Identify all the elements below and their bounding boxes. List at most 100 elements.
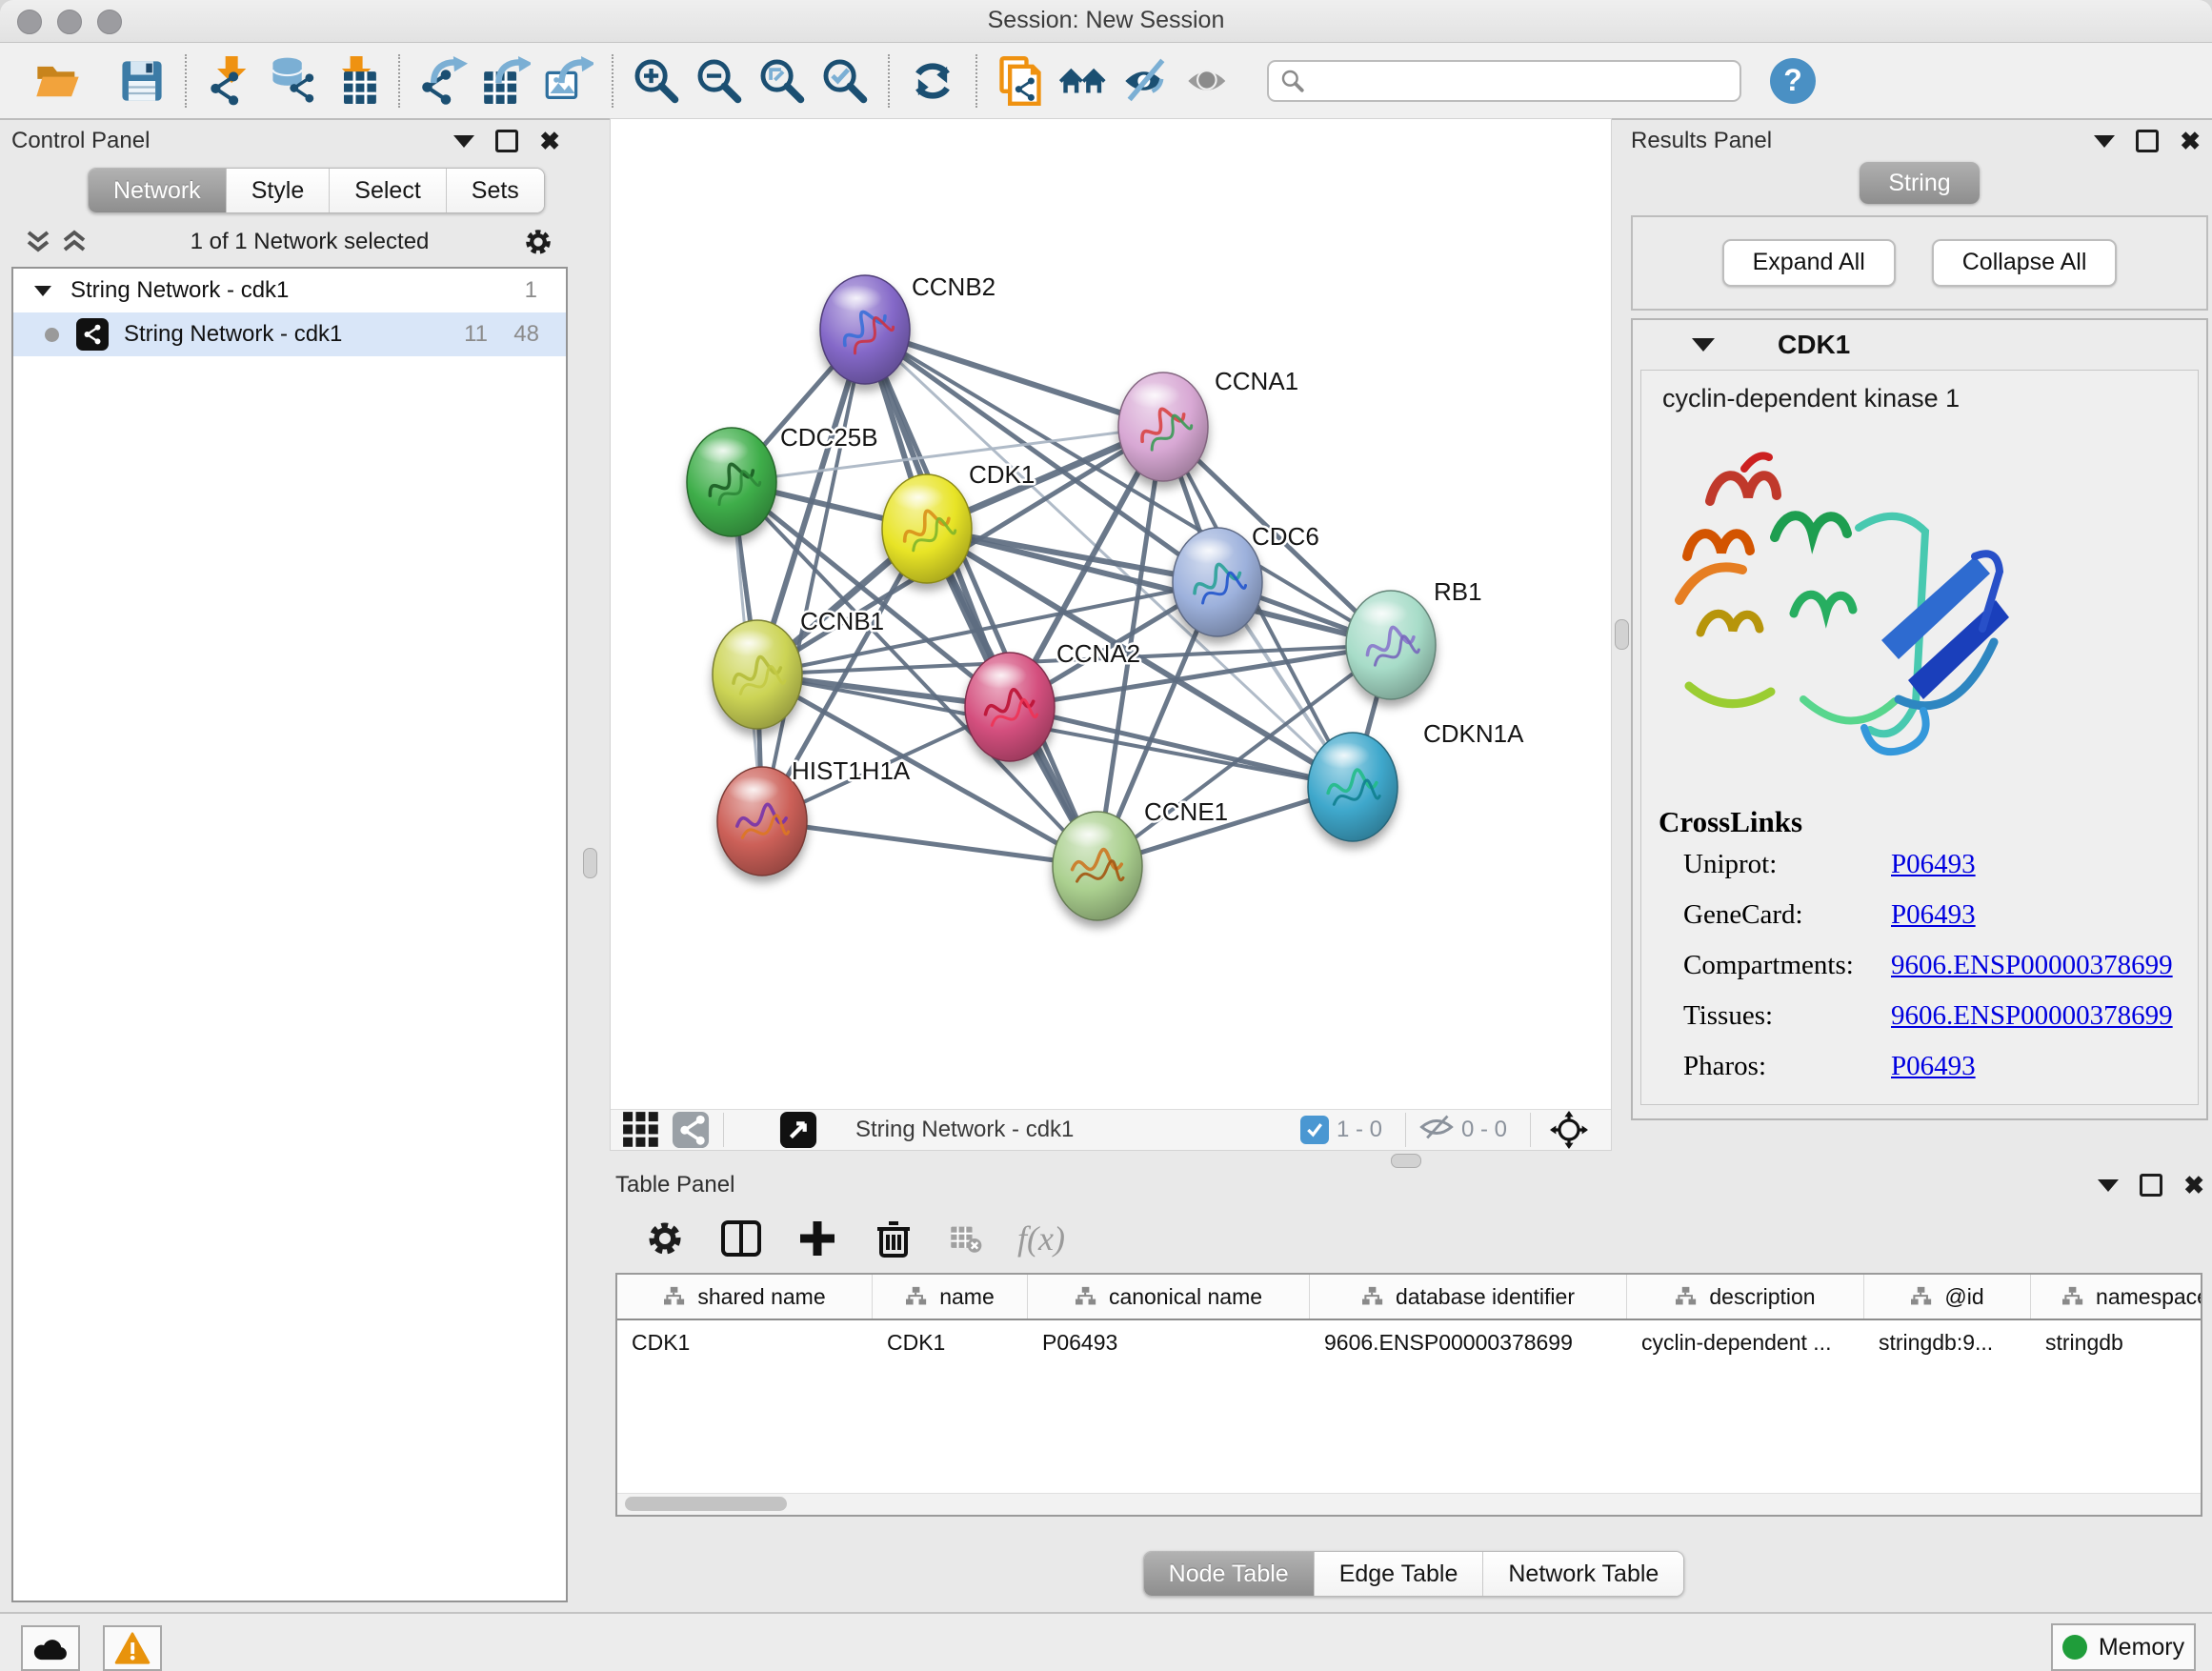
export-network-icon[interactable] — [412, 52, 474, 110]
panel-close-icon[interactable]: ✖ — [539, 131, 560, 151]
panel-menu-icon[interactable] — [2098, 1179, 2119, 1192]
first-neighbors-icon[interactable] — [1052, 52, 1115, 110]
column-header-shared-name[interactable]: shared name — [617, 1275, 873, 1319]
right-splitter-handle[interactable] — [1615, 619, 1629, 650]
delete-column-icon[interactable] — [873, 1218, 915, 1259]
results-panel: Results Panel ✖ String Expand All Collap… — [1631, 124, 2208, 1153]
table-cell[interactable]: stringdb:9... — [1864, 1320, 2031, 1364]
help-icon[interactable]: ? — [1770, 58, 1816, 104]
crosslink-link[interactable]: P06493 — [1891, 849, 1976, 880]
tab-string[interactable]: String — [1860, 162, 1979, 204]
panel-float-icon[interactable] — [495, 130, 518, 152]
crosslink-link[interactable]: P06493 — [1891, 1051, 1976, 1082]
zoom-in-icon[interactable] — [625, 52, 688, 110]
import-table-file-icon[interactable] — [324, 52, 387, 110]
network-node-CDK1[interactable] — [882, 474, 972, 583]
tab-sets[interactable]: Sets — [447, 169, 544, 212]
column-header-database-identifier[interactable]: database identifier — [1310, 1275, 1627, 1319]
new-network-from-selection-icon[interactable] — [989, 52, 1052, 110]
entry-collapse-icon[interactable] — [1692, 338, 1715, 352]
cloud-status-button[interactable] — [21, 1625, 80, 1671]
tab-style[interactable]: Style — [227, 169, 331, 212]
tab-network-table[interactable]: Network Table — [1483, 1552, 1683, 1596]
warning-status-button[interactable] — [103, 1625, 162, 1671]
panel-close-icon[interactable]: ✖ — [2180, 131, 2201, 151]
network-badge-icon[interactable] — [672, 1111, 710, 1149]
column-header-namespace[interactable]: namespace — [2031, 1275, 2202, 1319]
table-cell[interactable]: 9606.ENSP00000378699 — [1310, 1320, 1627, 1364]
grid-view-icon[interactable] — [622, 1111, 660, 1149]
left-splitter-handle[interactable] — [583, 848, 597, 878]
crosslink-link[interactable]: 9606.ENSP00000378699 — [1891, 1000, 2173, 1032]
tab-network[interactable]: Network — [89, 169, 227, 212]
import-network-file-icon[interactable] — [198, 52, 261, 110]
expand-all-button[interactable]: Expand All — [1722, 239, 1896, 287]
tab-edge-table[interactable]: Edge Table — [1315, 1552, 1484, 1596]
network-node-CCNB2[interactable] — [820, 275, 910, 384]
crosslink-link[interactable]: 9606.ENSP00000378699 — [1891, 950, 2173, 981]
memory-button[interactable]: Memory — [2051, 1623, 2196, 1671]
network-canvas[interactable]: CCNB2CCNA1CDC25BCDK1CDC6RB1CCNB1CCNA2CDK… — [611, 119, 1611, 1109]
network-edge-HIST1H1A-CCNE1[interactable] — [762, 821, 1097, 866]
open-in-window-icon[interactable] — [779, 1111, 817, 1149]
selected-checkbox-icon[interactable] — [1300, 1116, 1329, 1144]
scrollbar-thumb[interactable] — [625, 1497, 787, 1511]
network-node-CCNA1[interactable] — [1118, 372, 1208, 481]
tab-node-table[interactable]: Node Table — [1144, 1552, 1315, 1596]
network-node-CDC6[interactable] — [1173, 528, 1262, 636]
network-node-CCNB1[interactable] — [713, 620, 802, 729]
collapse-all-button[interactable]: Collapse All — [1932, 239, 2118, 287]
hidden-eye-icon[interactable] — [1419, 1113, 1454, 1148]
column-header-name[interactable]: name — [873, 1275, 1028, 1319]
network-node-CCNE1[interactable] — [1053, 812, 1142, 920]
panel-menu-icon[interactable] — [2094, 135, 2115, 148]
panel-menu-icon[interactable] — [453, 135, 474, 148]
export-image-icon[interactable] — [537, 52, 600, 110]
column-header--id[interactable]: @id — [1864, 1275, 2031, 1319]
refresh-icon[interactable] — [901, 52, 964, 110]
open-session-icon[interactable] — [27, 52, 90, 110]
zoom-out-icon[interactable] — [688, 52, 751, 110]
table-cell[interactable]: CDK1 — [617, 1320, 873, 1364]
network-options-gear-icon[interactable] — [522, 226, 554, 258]
birds-eye-view-icon[interactable] — [1550, 1111, 1588, 1149]
panel-float-icon[interactable] — [2140, 1174, 2162, 1197]
node-label-CCNB1: CCNB1 — [800, 607, 884, 635]
collection-expand-icon[interactable] — [34, 286, 51, 296]
collapse-all-icon[interactable] — [25, 230, 53, 254]
network-node-RB1[interactable] — [1346, 591, 1436, 699]
column-header-description[interactable]: description — [1627, 1275, 1864, 1319]
search-input[interactable] — [1267, 60, 1741, 102]
add-column-icon[interactable] — [796, 1218, 838, 1259]
network-node-CDC25B[interactable] — [687, 428, 776, 536]
hide-selection-icon[interactable] — [1115, 52, 1177, 110]
network-edge-CCNA2-CDKN1A[interactable] — [1010, 707, 1353, 787]
panel-float-icon[interactable] — [2136, 130, 2159, 152]
table-cell[interactable]: cyclin-dependent ... — [1627, 1320, 1864, 1364]
table-cell[interactable]: P06493 — [1028, 1320, 1310, 1364]
network-node-CDKN1A[interactable] — [1308, 733, 1398, 841]
crosslink-link[interactable]: P06493 — [1891, 899, 1976, 931]
table-cell[interactable]: CDK1 — [873, 1320, 1028, 1364]
save-session-icon[interactable] — [111, 52, 173, 110]
panel-close-icon[interactable]: ✖ — [2183, 1176, 2204, 1195]
table-options-gear-icon[interactable] — [644, 1218, 686, 1259]
horizontal-scrollbar[interactable] — [617, 1493, 2201, 1515]
import-network-database-icon[interactable] — [261, 52, 324, 110]
network-collection-row[interactable]: String Network - cdk1 1 — [13, 269, 566, 312]
export-table-icon[interactable] — [474, 52, 537, 110]
expand-all-icon[interactable] — [61, 230, 90, 254]
horizontal-splitter-handle[interactable] — [1391, 1154, 1421, 1168]
network-edge-CCNB2-CCNA1[interactable] — [865, 330, 1163, 427]
network-row[interactable]: String Network - cdk1 11 48 — [13, 312, 566, 356]
zoom-selected-icon[interactable] — [814, 52, 876, 110]
network-node-CCNA2[interactable] — [965, 653, 1055, 761]
show-columns-icon[interactable] — [720, 1218, 762, 1259]
node-entry-header[interactable]: CDK1 — [1633, 320, 2206, 370]
show-all-icon[interactable] — [1177, 52, 1240, 110]
column-header-canonical-name[interactable]: canonical name — [1028, 1275, 1310, 1319]
table-cell[interactable]: stringdb — [2031, 1320, 2202, 1364]
zoom-fit-icon[interactable] — [751, 52, 814, 110]
table-row[interactable]: CDK1CDK1P064939606.ENSP00000378699cyclin… — [617, 1320, 2201, 1364]
tab-select[interactable]: Select — [330, 169, 446, 212]
